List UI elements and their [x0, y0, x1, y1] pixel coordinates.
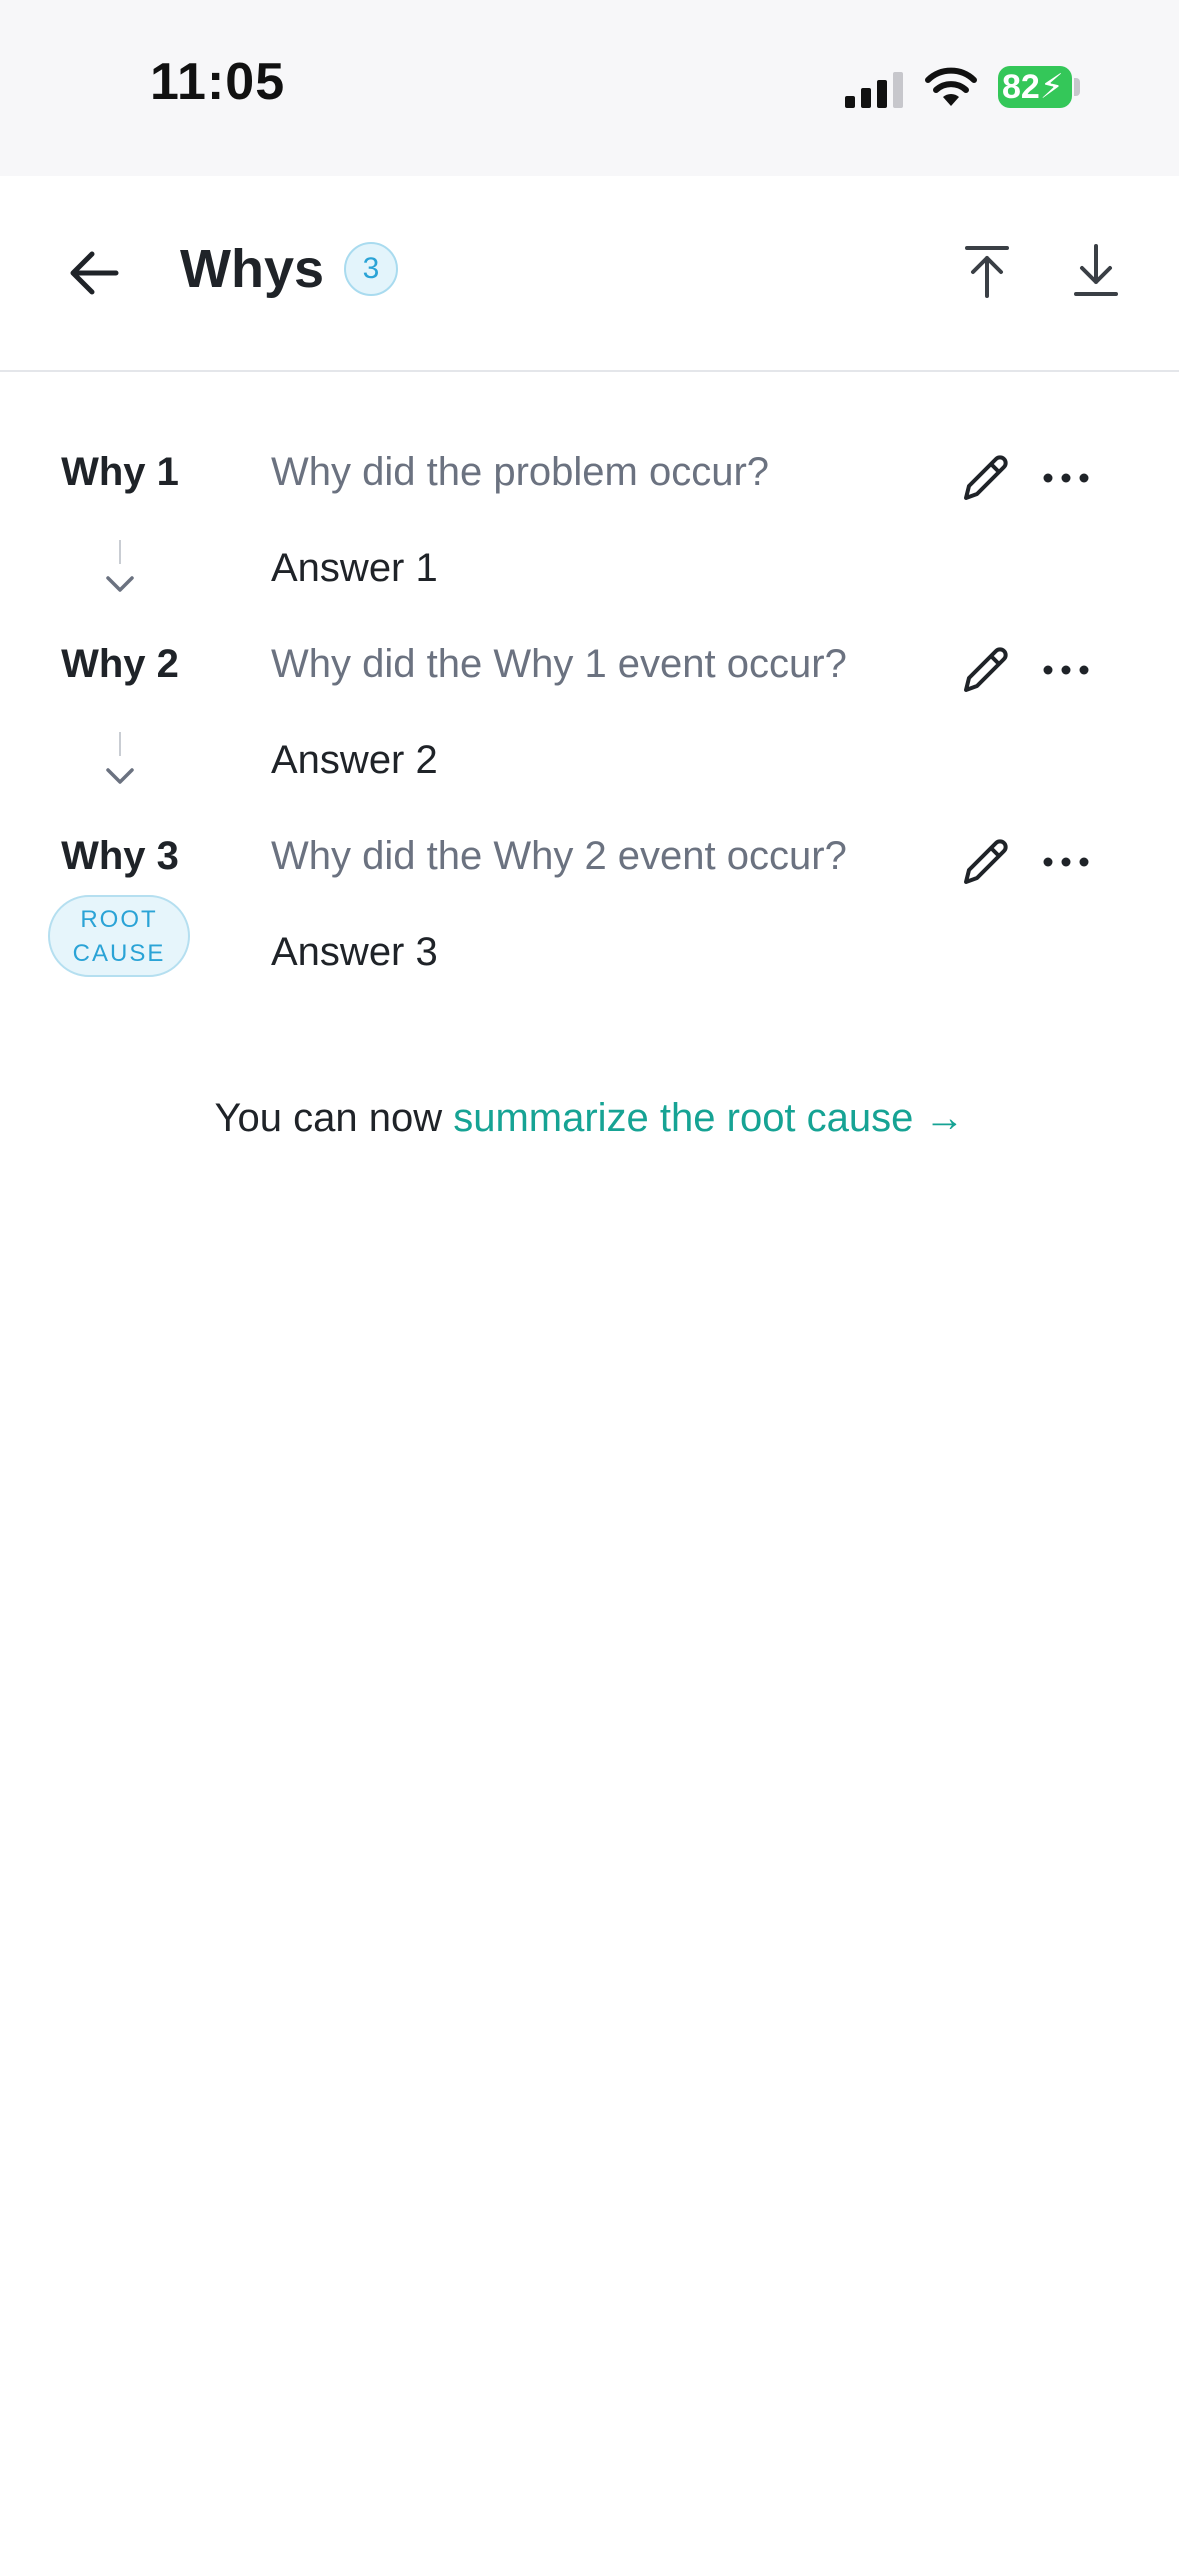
- download-icon[interactable]: [1064, 238, 1128, 302]
- status-time: 11:05: [150, 53, 286, 111]
- why-row-3: Why 3 Why did the Why 2 event occur?: [0, 814, 1179, 904]
- wifi-icon: [925, 67, 977, 106]
- root-cause-badge-line2: CAUSE: [72, 940, 166, 967]
- why-row-1: Why 1 Why did the problem occur?: [0, 430, 1179, 520]
- why-label: Why 1: [61, 450, 179, 494]
- more-horizontal-icon[interactable]: [1038, 834, 1094, 890]
- pencil-icon[interactable]: [958, 642, 1014, 698]
- why-answer[interactable]: Answer 3: [271, 930, 438, 975]
- more-horizontal-icon[interactable]: [1038, 642, 1094, 698]
- battery-level: 82: [1002, 68, 1040, 106]
- cellular-signal-icon: [845, 72, 903, 108]
- more-horizontal-icon[interactable]: [1038, 450, 1094, 506]
- why-row-2: Why 2 Why did the Why 1 event occur?: [0, 622, 1179, 712]
- header-bar: Whys 3: [0, 176, 1179, 372]
- charging-bolt-icon: ⚡: [1039, 68, 1064, 106]
- upload-top-icon[interactable]: [955, 238, 1019, 302]
- battery-cap: [1074, 78, 1080, 96]
- why-question[interactable]: Why did the Why 2 event occur?: [271, 834, 847, 879]
- why-question[interactable]: Why did the problem occur?: [271, 450, 769, 495]
- battery-indicator: 82⚡: [998, 66, 1072, 108]
- why-answer[interactable]: Answer 1: [271, 546, 438, 591]
- root-cause-badge-line1: ROOT: [80, 906, 158, 933]
- arrow-left-icon[interactable]: [60, 238, 130, 308]
- summary-prefix: You can now: [214, 1096, 454, 1140]
- why-label: Why 2: [61, 642, 179, 686]
- summarize-root-cause-link[interactable]: summarize the root cause →: [453, 1096, 964, 1140]
- status-bar: 11:05 82⚡: [0, 0, 1179, 176]
- why-question[interactable]: Why did the Why 1 event occur?: [271, 642, 847, 687]
- pencil-icon[interactable]: [958, 834, 1014, 890]
- why-answer[interactable]: Answer 2: [271, 738, 438, 783]
- page-title: Whys: [180, 239, 325, 299]
- summary-prompt: You can now summarize the root cause →: [0, 1096, 1179, 1141]
- whys-count-badge: 3: [344, 242, 398, 296]
- pencil-icon[interactable]: [958, 450, 1014, 506]
- chevron-down-icon: [106, 732, 134, 784]
- root-cause-badge: ROOT CAUSE: [48, 895, 190, 977]
- why-label: Why 3: [61, 834, 179, 878]
- chevron-down-icon: [106, 540, 134, 592]
